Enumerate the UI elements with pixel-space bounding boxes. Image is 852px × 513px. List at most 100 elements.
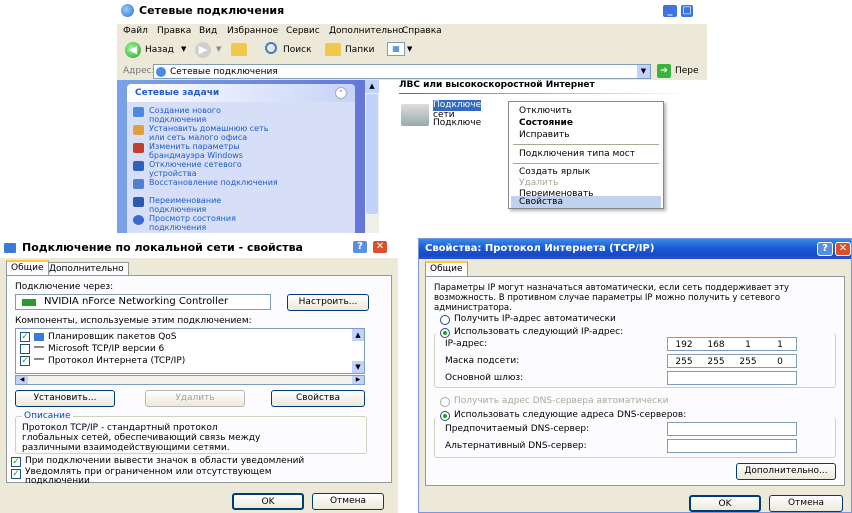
- properties-button[interactable]: Свойства: [271, 390, 365, 407]
- folders-button-label[interactable]: Папки: [345, 45, 374, 56]
- horizontal-scrollbar[interactable]: ◀ ▶: [15, 375, 365, 385]
- tab-advanced[interactable]: Дополнительно: [44, 262, 129, 276]
- up-folder-icon[interactable]: [231, 43, 247, 56]
- new-connection-icon: [133, 107, 144, 117]
- go-icon[interactable]: ➔: [657, 64, 671, 78]
- auto-ip-radio[interactable]: [440, 315, 450, 325]
- task-repair[interactable]: Восстановление подключения: [133, 178, 283, 196]
- component-checkbox[interactable]: ✓: [20, 332, 30, 342]
- subnet-mask-field[interactable]: 255 255 255 0: [667, 354, 797, 368]
- task-pane-scrollbar[interactable]: ▲: [365, 80, 379, 233]
- ip-address-field[interactable]: 192 168 1 1: [667, 337, 797, 351]
- firewall-icon: [133, 143, 144, 153]
- forward-dropdown-icon[interactable]: ▼: [216, 45, 221, 53]
- status-icon: [133, 215, 144, 225]
- back-dropdown-icon[interactable]: ▼: [181, 45, 186, 53]
- task-disable-device[interactable]: Отключение сетевого устройства: [133, 160, 283, 178]
- task-pane: Сетевые задачи ⌃ Создание нового подключ…: [117, 80, 379, 233]
- menu-view[interactable]: Вид: [199, 26, 217, 37]
- auto-dns-label[interactable]: Получить адрес DNS-сервера автоматически: [454, 396, 669, 407]
- cancel-button[interactable]: Отмена: [769, 495, 843, 512]
- alt-dns-field[interactable]: [667, 439, 797, 453]
- address-value: Сетевые подключения: [170, 67, 278, 77]
- go-label[interactable]: Пере: [675, 66, 699, 77]
- menu-separator: [513, 144, 659, 145]
- views-icon[interactable]: ▦: [387, 42, 405, 56]
- cancel-button[interactable]: Отмена: [312, 493, 384, 510]
- component-item[interactable]: ✓ Планировщик пакетов QoS: [20, 331, 270, 343]
- menu-properties[interactable]: Свойства: [511, 196, 661, 208]
- tasks-header[interactable]: Сетевые задачи ⌃: [127, 84, 355, 102]
- menu-favorites[interactable]: Избранное: [227, 26, 278, 37]
- ok-button[interactable]: OK: [232, 493, 304, 510]
- dialog-titlebar: Свойства: Протокол Интернета (TCP/IP): [419, 239, 851, 259]
- tasks-header-label: Сетевые задачи: [135, 88, 220, 98]
- notify-checkbox[interactable]: ✓: [11, 469, 21, 479]
- hscroll-right-icon[interactable]: ▶: [352, 376, 364, 384]
- network-card-icon: [22, 299, 36, 306]
- network-connections-window: Сетевые подключения _ □ Файл Правка Вид …: [117, 0, 707, 233]
- ip-octet: 1: [745, 340, 751, 350]
- home-network-icon: [133, 125, 144, 135]
- task-status[interactable]: Просмотр состояния подключения: [133, 214, 283, 232]
- menu-bridge[interactable]: Подключения типа мост: [515, 147, 659, 161]
- remove-button[interactable]: Удалить: [145, 390, 245, 407]
- menu-repair[interactable]: Исправить: [515, 128, 659, 142]
- dialog-title: Свойства: Протокол Интернета (TCP/IP): [425, 243, 655, 254]
- show-icon-checkbox[interactable]: ✓: [11, 457, 21, 467]
- dialog-titlebar: Подключение по локальной сети - свойства: [0, 238, 398, 258]
- menu-help[interactable]: Справка: [402, 26, 442, 37]
- component-checkbox[interactable]: ✓: [20, 356, 30, 366]
- collapse-icon[interactable]: ⌃: [335, 87, 347, 99]
- maximize-button[interactable]: □: [680, 4, 694, 18]
- search-icon[interactable]: [265, 42, 277, 54]
- protocol-icon: [34, 358, 44, 364]
- protocol-icon: [34, 346, 44, 352]
- address-input[interactable]: Сетевые подключения ▼: [153, 64, 651, 79]
- advanced-button[interactable]: Дополнительно...: [736, 463, 836, 480]
- forward-icon[interactable]: ▶: [195, 42, 211, 58]
- menu-edit[interactable]: Правка: [157, 26, 191, 37]
- task-label: Просмотр состояния подключения: [149, 214, 236, 232]
- ok-button[interactable]: OK: [689, 495, 761, 512]
- address-dropdown-icon[interactable]: ▼: [637, 65, 650, 78]
- menu-file[interactable]: Файл: [123, 26, 148, 37]
- list-scroll-down-icon[interactable]: ▼: [352, 361, 364, 373]
- back-icon[interactable]: ◀: [125, 42, 141, 58]
- component-checkbox[interactable]: [20, 344, 30, 354]
- adapter-name: NVIDIA nForce Networking Controller: [44, 296, 229, 307]
- folders-icon[interactable]: [325, 43, 341, 56]
- component-item[interactable]: Microsoft TCP/IP версии 6: [20, 343, 270, 355]
- auto-dns-radio[interactable]: [440, 397, 450, 407]
- menu-advanced[interactable]: Дополнительно: [329, 26, 404, 37]
- menu-tools[interactable]: Сервис: [286, 26, 320, 37]
- task-create-connection[interactable]: Создание нового подключения: [133, 106, 283, 124]
- back-button-label[interactable]: Назад: [145, 45, 174, 56]
- auto-ip-label[interactable]: Получить IP-адрес автоматически: [454, 314, 616, 325]
- tab-general[interactable]: Общие: [6, 260, 49, 275]
- scroll-up-icon[interactable]: ▲: [365, 80, 379, 93]
- gateway-field[interactable]: [667, 371, 797, 385]
- task-label: Создание нового подключения: [149, 106, 221, 124]
- task-home-network[interactable]: Установить домашнюю сеть или сеть малого…: [133, 124, 283, 142]
- views-dropdown-icon[interactable]: ▼: [407, 45, 412, 53]
- task-rename[interactable]: Переименование подключения: [133, 196, 283, 214]
- component-label: Microsoft TCP/IP версии 6: [48, 344, 165, 354]
- minimize-button[interactable]: _: [662, 4, 678, 18]
- list-scroll-up-icon[interactable]: ▲: [352, 329, 364, 341]
- network-icon: [121, 4, 134, 17]
- tab-general[interactable]: Общие: [425, 261, 468, 276]
- scroll-thumb[interactable]: [366, 94, 378, 214]
- close-button[interactable]: ✕: [835, 242, 851, 256]
- close-button[interactable]: ✕: [372, 240, 388, 254]
- help-button[interactable]: ?: [817, 242, 833, 256]
- configure-button[interactable]: Настроить...: [287, 294, 369, 311]
- pref-dns-field[interactable]: [667, 422, 797, 436]
- component-item-selected[interactable]: ✓ Протокол Интернета (TCP/IP): [20, 355, 270, 367]
- install-button[interactable]: Установить...: [15, 390, 115, 407]
- task-firewall[interactable]: Изменить параметры брандмауэра Windows: [133, 142, 283, 160]
- search-button-label[interactable]: Поиск: [283, 45, 312, 56]
- component-label: Протокол Интернета (TCP/IP): [48, 356, 186, 366]
- help-button[interactable]: ?: [352, 240, 368, 254]
- hscroll-left-icon[interactable]: ◀: [16, 376, 28, 384]
